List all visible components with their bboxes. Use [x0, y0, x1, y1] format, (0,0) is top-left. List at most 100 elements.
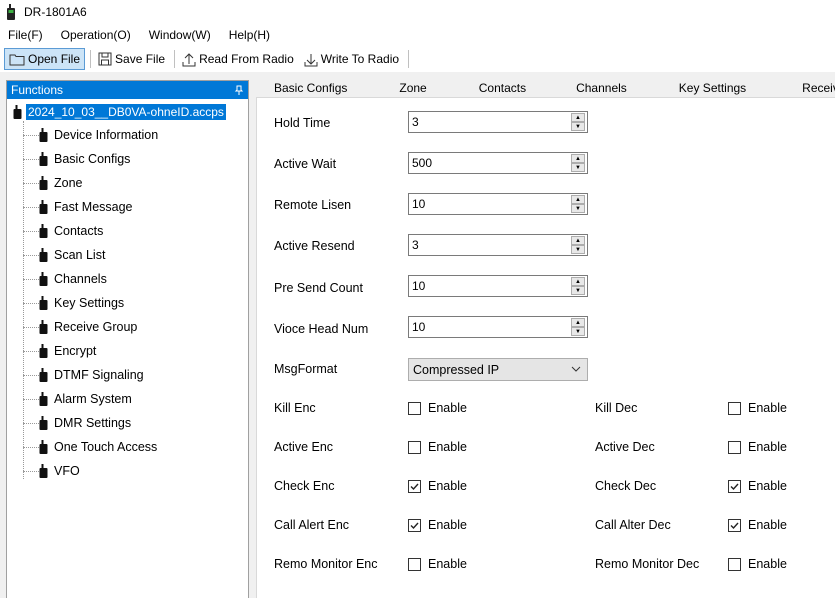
enable-label: Enable [748, 440, 787, 454]
msg-format-select[interactable]: Compressed IP [408, 358, 588, 381]
menu-window[interactable]: Window(W) [140, 24, 220, 46]
checkbox-box[interactable] [408, 440, 421, 454]
pre-send-count-value[interactable]: 10 [409, 279, 571, 293]
checkbox-box[interactable] [728, 479, 741, 493]
spin-up-icon[interactable]: ▲ [571, 277, 585, 286]
enable-checkbox[interactable]: Enable [728, 440, 787, 454]
enable-label: Enable [428, 557, 467, 571]
checkmark-icon [730, 522, 739, 529]
checkbox-box[interactable] [728, 440, 741, 454]
tree-item[interactable]: DTMF Signaling [7, 363, 248, 387]
hold-time-spinner[interactable]: 3 ▲ ▼ [408, 111, 588, 133]
tab-basic-configs[interactable]: Basic Configs [256, 81, 365, 95]
tab-channels[interactable]: Channels [552, 81, 653, 95]
tree-item[interactable]: Contacts [7, 219, 248, 243]
pre-send-count-label: Pre Send Count [274, 281, 363, 295]
spin-down-icon[interactable]: ▼ [571, 204, 585, 213]
checkbox-box[interactable] [408, 479, 421, 493]
toolbar: Open File Save File Read From Radio Writ… [0, 46, 835, 72]
tree-item[interactable]: One Touch Access [7, 435, 248, 459]
checkbox-row-label: Remo Monitor Dec [595, 557, 700, 571]
tree-connector [23, 423, 39, 424]
vioce-head-num-value[interactable]: 10 [409, 320, 571, 334]
spin-up-icon[interactable]: ▲ [571, 113, 585, 122]
spin-down-icon[interactable]: ▼ [571, 245, 585, 254]
checkmark-icon [410, 522, 419, 529]
tree-root-file[interactable]: 2024_10_03__DB0VA-ohneID.accps [7, 101, 248, 123]
tree-connector [23, 135, 39, 136]
tree-item[interactable]: Alarm System [7, 387, 248, 411]
tab-contacts[interactable]: Contacts [455, 81, 552, 95]
tree-item[interactable]: Zone [7, 171, 248, 195]
tab-receive[interactable]: Receive [774, 81, 835, 95]
tree-item[interactable]: Basic Configs [7, 147, 248, 171]
enable-checkbox[interactable]: Enable [408, 401, 467, 415]
tree-connector [23, 255, 39, 256]
functions-panel: Functions 2024_10_03__DB0VA-ohneID.accps… [6, 80, 249, 598]
remote-lisen-spinner[interactable]: 10 ▲ ▼ [408, 193, 588, 215]
spin-up-icon[interactable]: ▲ [571, 318, 585, 327]
enable-checkbox[interactable]: Enable [728, 401, 787, 415]
enable-checkbox[interactable]: Enable [408, 557, 467, 571]
remote-lisen-label: Remote Lisen [274, 198, 352, 212]
checkbox-row-label: Check Enc [274, 479, 335, 493]
checkbox-box[interactable] [728, 557, 741, 571]
active-wait-value[interactable]: 500 [409, 156, 571, 170]
enable-checkbox[interactable]: Enable [728, 518, 787, 532]
tree-item[interactable]: Key Settings [7, 291, 248, 315]
pre-send-count-spinner[interactable]: 10 ▲ ▼ [408, 275, 588, 297]
open-file-button[interactable]: Open File [4, 48, 86, 70]
menu-operation[interactable]: Operation(O) [52, 24, 140, 46]
toolbar-separator [408, 50, 410, 68]
vioce-head-num-spinner[interactable]: 10 ▲ ▼ [408, 316, 588, 338]
checkbox-row-label: Active Enc [274, 440, 334, 454]
hold-time-value[interactable]: 3 [409, 115, 571, 129]
radio-icon [39, 128, 48, 142]
tree-item[interactable]: Channels [7, 267, 248, 291]
read-from-radio-button[interactable]: Read From Radio [178, 48, 298, 70]
save-file-button[interactable]: Save File [94, 48, 169, 70]
active-resend-spinner[interactable]: 3 ▲ ▼ [408, 234, 588, 256]
enable-checkbox[interactable]: Enable [728, 479, 787, 493]
save-file-label: Save File [115, 52, 166, 66]
tree-item[interactable]: Receive Group [7, 315, 248, 339]
tree-item[interactable]: Encrypt [7, 339, 248, 363]
tree-item-label: Receive Group [54, 320, 138, 334]
tree-item[interactable]: Device Information [7, 123, 248, 147]
checkbox-box[interactable] [728, 518, 741, 532]
spin-up-icon[interactable]: ▲ [571, 154, 585, 163]
checkbox-row-label: Remo Monitor Enc [274, 557, 378, 571]
checkbox-box[interactable] [408, 401, 421, 415]
tree-item[interactable]: Scan List [7, 243, 248, 267]
spin-down-icon[interactable]: ▼ [571, 327, 585, 336]
write-to-radio-button[interactable]: Write To Radio [300, 48, 403, 70]
enable-checkbox[interactable]: Enable [408, 440, 467, 454]
menu-file[interactable]: File(F) [0, 24, 52, 46]
spin-down-icon[interactable]: ▼ [571, 286, 585, 295]
tree-item[interactable]: Fast Message [7, 195, 248, 219]
remote-lisen-value[interactable]: 10 [409, 197, 571, 211]
tree-connector [23, 183, 39, 184]
enable-label: Enable [748, 479, 787, 493]
enable-checkbox[interactable]: Enable [728, 557, 787, 571]
enable-checkbox[interactable]: Enable [408, 518, 467, 532]
tree-item[interactable]: VFO [7, 459, 248, 483]
active-resend-value[interactable]: 3 [409, 238, 571, 252]
spin-down-icon[interactable]: ▼ [571, 122, 585, 131]
tree-item-label: Encrypt [54, 344, 97, 358]
tab-key-settings[interactable]: Key Settings [653, 81, 774, 95]
spin-up-icon[interactable]: ▲ [571, 236, 585, 245]
tab-zone[interactable]: Zone [365, 81, 454, 95]
checkbox-box[interactable] [728, 401, 741, 415]
radio-app-icon [7, 4, 15, 20]
spin-up-icon[interactable]: ▲ [571, 195, 585, 204]
checkbox-box[interactable] [408, 557, 421, 571]
functions-tree: 2024_10_03__DB0VA-ohneID.accps Device In… [7, 99, 248, 483]
spin-down-icon[interactable]: ▼ [571, 163, 585, 172]
active-wait-spinner[interactable]: 500 ▲ ▼ [408, 152, 588, 174]
checkbox-box[interactable] [408, 518, 421, 532]
tree-item[interactable]: DMR Settings [7, 411, 248, 435]
menu-help[interactable]: Help(H) [220, 24, 279, 46]
pin-icon[interactable] [234, 85, 244, 95]
enable-checkbox[interactable]: Enable [408, 479, 467, 493]
